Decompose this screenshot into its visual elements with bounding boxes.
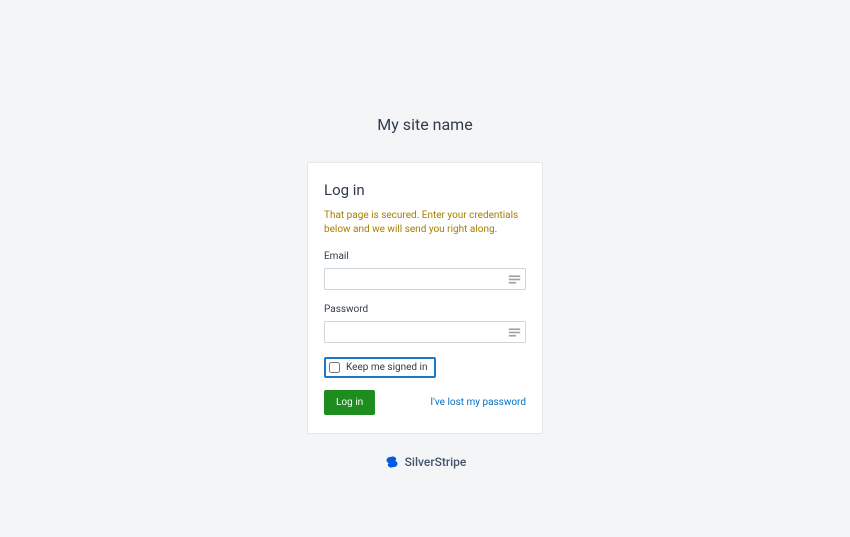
password-field[interactable] <box>324 321 526 343</box>
email-field[interactable] <box>324 268 526 290</box>
email-input-wrapper <box>324 267 526 304</box>
password-label: Password <box>324 304 526 315</box>
lost-password-link[interactable]: I've lost my password <box>430 397 526 408</box>
remember-me-checkbox[interactable] <box>329 362 340 373</box>
remember-me-label: Keep me signed in <box>346 362 428 373</box>
login-form: Log in That page is secured. Enter your … <box>307 162 543 434</box>
brand-footer: SilverStripe <box>384 454 467 470</box>
silverstripe-logo-icon <box>384 454 400 470</box>
email-label: Email <box>324 251 526 262</box>
password-input-wrapper <box>324 320 526 357</box>
login-heading: Log in <box>324 181 526 199</box>
site-title: My site name <box>377 115 472 134</box>
secured-page-message: That page is secured. Enter your credent… <box>324 209 526 237</box>
actions-row: Log in I've lost my password <box>324 390 526 415</box>
remember-me-row[interactable]: Keep me signed in <box>324 357 436 378</box>
brand-name: SilverStripe <box>405 455 467 469</box>
login-button[interactable]: Log in <box>324 390 375 415</box>
